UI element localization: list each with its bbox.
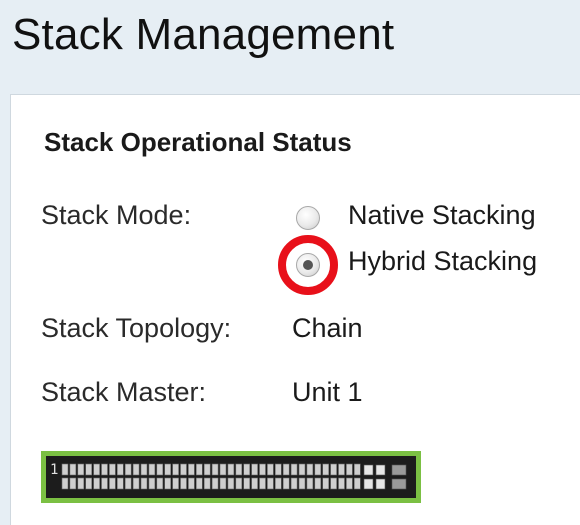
switch-port — [275, 477, 282, 490]
page-title: Stack Management — [12, 10, 395, 59]
switch-port — [298, 463, 306, 476]
switch-port — [251, 463, 258, 476]
switch-port — [140, 463, 148, 476]
switch-port — [148, 477, 156, 490]
switch-port — [132, 477, 140, 490]
switch-port — [346, 477, 353, 490]
switch-port — [132, 463, 140, 476]
switch-port — [172, 463, 179, 476]
native-stacking-radio[interactable] — [296, 206, 320, 230]
switch-port — [61, 463, 69, 476]
switch-port — [196, 477, 203, 490]
switch-port — [282, 463, 290, 476]
switch-port — [353, 463, 361, 476]
switch-port — [180, 477, 187, 490]
switch-port — [188, 477, 195, 490]
switch-port — [172, 477, 179, 490]
switch-port — [140, 477, 148, 490]
switch-port — [77, 463, 85, 476]
stack-topology-value: Chain — [292, 313, 363, 343]
switch-port — [235, 477, 243, 490]
uplink-port — [391, 464, 407, 476]
stack-master-value: Unit 1 — [292, 377, 363, 407]
uplink-port — [375, 464, 386, 476]
uplink-port — [391, 478, 407, 490]
switch-port — [211, 477, 219, 490]
stack-master-label: Stack Master: — [41, 377, 207, 407]
switch-port — [235, 463, 243, 476]
switch-port — [124, 477, 132, 490]
uplink-port — [375, 478, 386, 490]
switch-port — [243, 463, 250, 476]
switch-port — [267, 463, 274, 476]
switch-port — [330, 477, 337, 490]
switch-port — [338, 463, 345, 476]
switch-port — [188, 463, 195, 476]
switch-port — [322, 477, 330, 490]
uplink-port — [363, 478, 374, 490]
switch-port — [282, 477, 290, 490]
switch-port — [346, 463, 353, 476]
switch-port — [148, 463, 156, 476]
switch-port — [306, 463, 314, 476]
switch-port — [93, 463, 100, 476]
hybrid-stacking-label[interactable]: Hybrid Stacking — [348, 246, 537, 277]
switch-port — [267, 477, 274, 490]
switch-port — [61, 477, 69, 490]
switch-port — [85, 463, 93, 476]
switch-port — [156, 477, 164, 490]
switch-port — [180, 463, 187, 476]
switch-port — [117, 463, 124, 476]
switch-port — [259, 477, 266, 490]
switch-port — [203, 477, 211, 490]
switch-port — [117, 477, 124, 490]
switch-port — [322, 463, 330, 476]
switch-port — [251, 477, 258, 490]
section-title: Stack Operational Status — [44, 127, 352, 157]
switch-port — [69, 463, 77, 476]
switch-port — [290, 463, 298, 476]
switch-port — [330, 463, 337, 476]
switch-port — [124, 463, 132, 476]
switch-port — [338, 477, 345, 490]
switch-port — [227, 463, 235, 476]
switch-port — [219, 477, 227, 490]
stack-topology-label: Stack Topology: — [41, 313, 232, 343]
switch-port — [101, 463, 108, 476]
switch-port — [353, 477, 361, 490]
switch-port — [227, 477, 235, 490]
switch-port — [243, 477, 250, 490]
switch-port — [85, 477, 93, 490]
switch-port — [203, 463, 211, 476]
switch-port — [314, 463, 322, 476]
switch-ports-icon — [61, 463, 407, 490]
stack-unit-1[interactable]: 1 — [41, 451, 421, 503]
switch-port — [109, 477, 116, 490]
switch-port — [164, 463, 171, 476]
switch-front-panel: 1 — [46, 456, 416, 498]
switch-port — [298, 477, 306, 490]
switch-port — [196, 463, 203, 476]
stack-operational-status-panel: Stack Operational Status Stack Mode: Nat… — [10, 94, 580, 525]
switch-port — [101, 477, 108, 490]
stack-mode-label: Stack Mode: — [41, 200, 192, 230]
switch-port — [219, 463, 227, 476]
switch-port — [109, 463, 116, 476]
switch-port — [259, 463, 266, 476]
switch-port — [164, 477, 171, 490]
switch-port — [211, 463, 219, 476]
native-stacking-label[interactable]: Native Stacking — [348, 200, 536, 231]
switch-port — [93, 477, 100, 490]
switch-port — [314, 477, 322, 490]
uplink-port — [363, 464, 374, 476]
switch-port — [275, 463, 282, 476]
switch-port — [306, 477, 314, 490]
switch-port — [69, 477, 77, 490]
switch-port — [77, 477, 85, 490]
switch-port — [156, 463, 164, 476]
switch-port — [290, 477, 298, 490]
hybrid-stacking-radio[interactable] — [296, 253, 320, 277]
